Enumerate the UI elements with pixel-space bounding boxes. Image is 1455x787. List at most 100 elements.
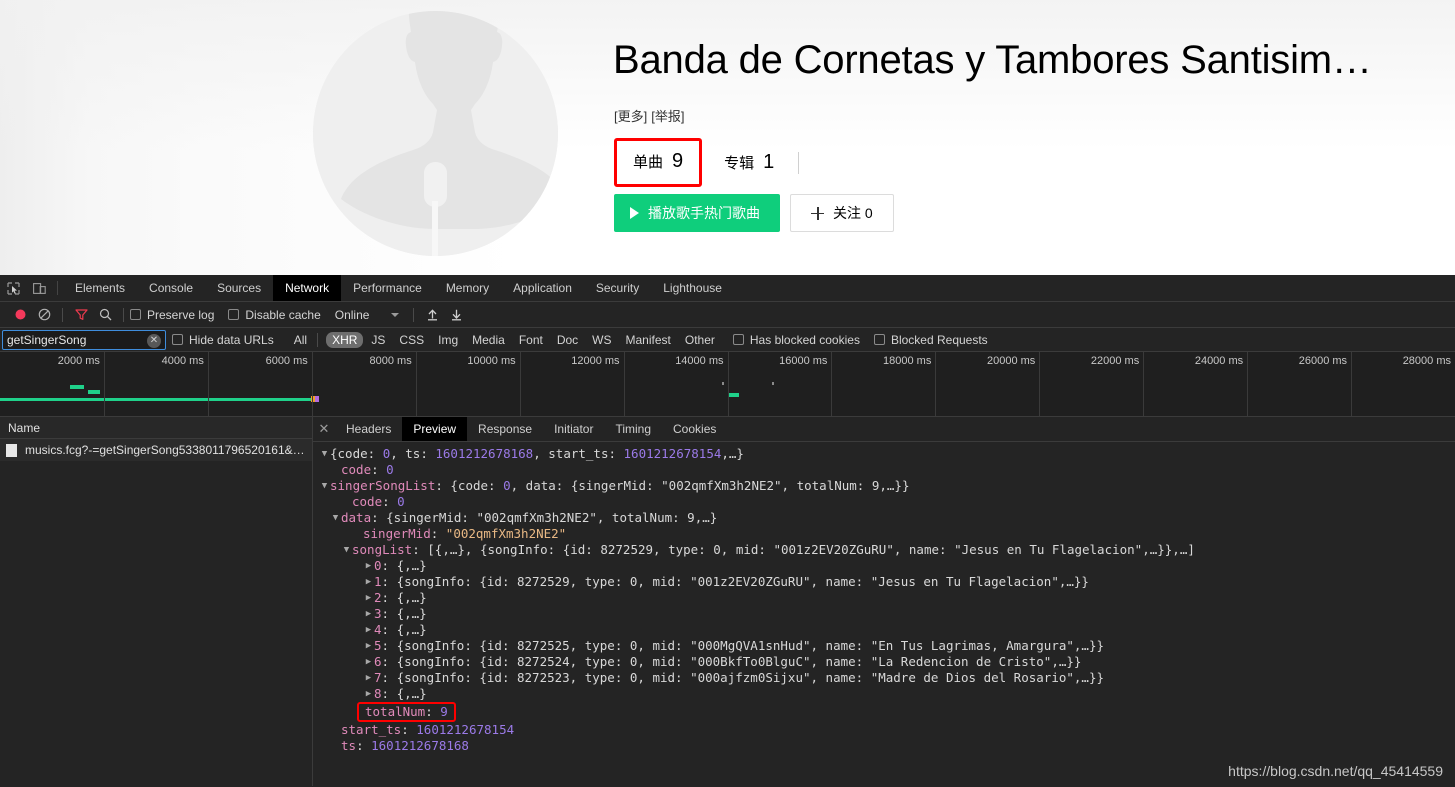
inspect-element-icon[interactable] — [0, 275, 26, 301]
filter-type-doc[interactable]: Doc — [551, 332, 584, 348]
json-tree-row[interactable]: ▶ 2: {,…} — [319, 590, 1455, 606]
chevron-down-icon[interactable]: ▼ — [341, 542, 352, 558]
chevron-right-icon[interactable]: ▶ — [363, 558, 374, 574]
clear-button[interactable] — [32, 303, 56, 327]
meta-links: [更多] [举报] — [614, 106, 684, 125]
tab-memory[interactable]: Memory — [434, 275, 501, 301]
json-tree-row[interactable]: code: 0 — [319, 462, 1455, 478]
subtab-preview[interactable]: Preview — [402, 417, 468, 441]
tab-sources[interactable]: Sources — [205, 275, 273, 301]
subtab-response[interactable]: Response — [467, 417, 543, 441]
json-tree-row[interactable]: ▼ songList: [{,…}, {songInfo: {id: 827252… — [319, 542, 1455, 558]
subtab-cookies[interactable]: Cookies — [662, 417, 727, 441]
search-button[interactable] — [93, 303, 117, 327]
tab-elements[interactable]: Elements — [63, 275, 137, 301]
json-tree-row[interactable]: ▶ 0: {,…} — [319, 558, 1455, 574]
json-line-content: 0: {,…} — [374, 558, 427, 574]
throttling-select[interactable]: Online — [335, 308, 400, 322]
chevron-right-icon[interactable]: ▶ — [363, 686, 374, 702]
filter-type-css[interactable]: CSS — [393, 332, 430, 348]
chevron-right-icon[interactable]: ▶ — [363, 670, 374, 686]
network-overview-timeline[interactable]: 2000 ms 4000 ms 6000 ms 8000 ms 10000 ms 1200… — [0, 352, 1455, 417]
json-tree-row[interactable]: totalNum: 9 — [319, 702, 1455, 722]
chevron-right-icon[interactable]: ▶ — [363, 606, 374, 622]
json-tree-row[interactable]: ▶ 8: {,…} — [319, 686, 1455, 702]
blocked-requests-checkbox[interactable]: Blocked Requests — [873, 333, 988, 347]
subtab-headers[interactable]: Headers — [335, 417, 402, 441]
json-tree-row[interactable]: ▶ 4: {,…} — [319, 622, 1455, 638]
json-plain: {code: — [330, 446, 383, 461]
json-tree-row[interactable]: ▼ singerSongList: {code: 0, data: {singer… — [319, 478, 1455, 494]
tab-security[interactable]: Security — [584, 275, 651, 301]
has-blocked-cookies-checkbox[interactable]: Has blocked cookies — [732, 333, 860, 347]
filter-type-img[interactable]: Img — [432, 332, 464, 348]
chevron-right-icon[interactable]: ▶ — [363, 574, 374, 590]
hide-data-urls-checkbox[interactable]: Hide data URLs — [172, 333, 274, 347]
json-key: 7 — [374, 670, 382, 685]
json-plain: : {singerMid: "002qmfXm3h2NE2", totalNum… — [371, 510, 718, 525]
filter-type-manifest[interactable]: Manifest — [620, 332, 677, 348]
chevron-right-icon[interactable]: ▶ — [363, 622, 374, 638]
overview-tick-label: 28000 ms — [1402, 355, 1451, 367]
chevron-right-icon[interactable]: ▶ — [363, 590, 374, 606]
json-tree-row[interactable]: ▼ data: {singerMid: "002qmfXm3h2NE2", tot… — [319, 510, 1455, 526]
stat-songs[interactable]: 单曲 9 — [614, 138, 703, 187]
tab-performance[interactable]: Performance — [341, 275, 434, 301]
chevron-down-icon[interactable]: ▼ — [319, 478, 330, 494]
chevron-down-icon[interactable]: ▼ — [330, 510, 341, 526]
filter-type-media[interactable]: Media — [466, 332, 511, 348]
export-har-button[interactable] — [444, 303, 468, 327]
clear-filter-icon[interactable]: ✕ — [147, 333, 161, 348]
filter-toggle-button[interactable] — [69, 303, 93, 327]
subtab-timing[interactable]: Timing — [604, 417, 662, 441]
tab-lighthouse[interactable]: Lighthouse — [651, 275, 734, 301]
json-tree-row[interactable]: ▶ 3: {,…} — [319, 606, 1455, 622]
toggle-device-toolbar-icon[interactable] — [26, 275, 52, 301]
json-key: code — [352, 494, 383, 509]
chevron-down-icon[interactable]: ▼ — [319, 446, 330, 462]
disable-cache-checkbox[interactable]: Disable cache — [228, 308, 321, 322]
json-plain: : — [401, 722, 417, 737]
follow-button[interactable]: 关注 0 — [790, 194, 894, 232]
json-tree-row[interactable]: ▶ 6: {songInfo: {id: 8272524, type: 0, mi… — [319, 654, 1455, 670]
request-name: musics.fcg?-=getSingerSong53380117965201… — [25, 443, 305, 457]
json-key: 0 — [374, 558, 382, 573]
json-preview-tree[interactable]: ▼ {code: 0, ts: 1601212678168, start_ts: … — [313, 442, 1455, 786]
tab-console[interactable]: Console — [137, 275, 205, 301]
json-tree-row[interactable]: code: 0 — [319, 494, 1455, 510]
table-row[interactable]: musics.fcg?-=getSingerSong53380117965201… — [0, 439, 312, 461]
import-har-button[interactable] — [420, 303, 444, 327]
filter-input[interactable] — [3, 332, 141, 347]
close-icon[interactable]: ✕ — [313, 417, 335, 441]
request-list-header[interactable]: Name — [0, 417, 312, 439]
json-tree-row[interactable]: ▼ {code: 0, ts: 1601212678168, start_ts: … — [319, 446, 1455, 462]
json-tree-row[interactable]: start_ts: 1601212678154 — [319, 722, 1455, 738]
json-line-content: totalNum: 9 — [357, 702, 456, 722]
json-tree-row[interactable]: ▶ 5: {songInfo: {id: 8272525, type: 0, mi… — [319, 638, 1455, 654]
filter-input-wrapper[interactable]: ✕ — [2, 329, 166, 350]
filter-type-ws[interactable]: WS — [586, 332, 617, 348]
tab-application[interactable]: Application — [501, 275, 584, 301]
chevron-right-icon[interactable]: ▶ — [363, 654, 374, 670]
filter-type-all[interactable]: All — [288, 332, 313, 348]
play-hot-songs-button[interactable]: 播放歌手热门歌曲 — [614, 194, 780, 232]
filter-type-other[interactable]: Other — [679, 332, 721, 348]
record-button[interactable] — [8, 303, 32, 327]
stat-albums[interactable]: 专辑 1 — [724, 151, 774, 174]
filter-type-font[interactable]: Font — [513, 332, 549, 348]
tab-network[interactable]: Network — [273, 275, 342, 301]
json-plain: : {code: — [435, 478, 504, 493]
more-link[interactable]: [更多] — [614, 109, 647, 124]
preserve-log-checkbox[interactable]: Preserve log — [130, 308, 214, 322]
json-tree-row[interactable]: ts: 1601212678168 — [319, 738, 1455, 754]
report-link[interactable]: [举报] — [651, 109, 684, 124]
json-tree-row[interactable]: ▶ 7: {songInfo: {id: 8272523, type: 0, mi… — [319, 670, 1455, 686]
watermark: https://blog.csdn.net/qq_45414559 — [1228, 763, 1443, 779]
json-line-content: code: 0 — [341, 462, 394, 478]
subtab-initiator[interactable]: Initiator — [543, 417, 604, 441]
json-tree-row[interactable]: singerMid: "002qmfXm3h2NE2" — [319, 526, 1455, 542]
filter-type-xhr[interactable]: XHR — [326, 331, 364, 348]
chevron-right-icon[interactable]: ▶ — [363, 638, 374, 654]
filter-type-js[interactable]: JS — [365, 332, 391, 348]
json-tree-row[interactable]: ▶ 1: {songInfo: {id: 8272529, type: 0, mi… — [319, 574, 1455, 590]
